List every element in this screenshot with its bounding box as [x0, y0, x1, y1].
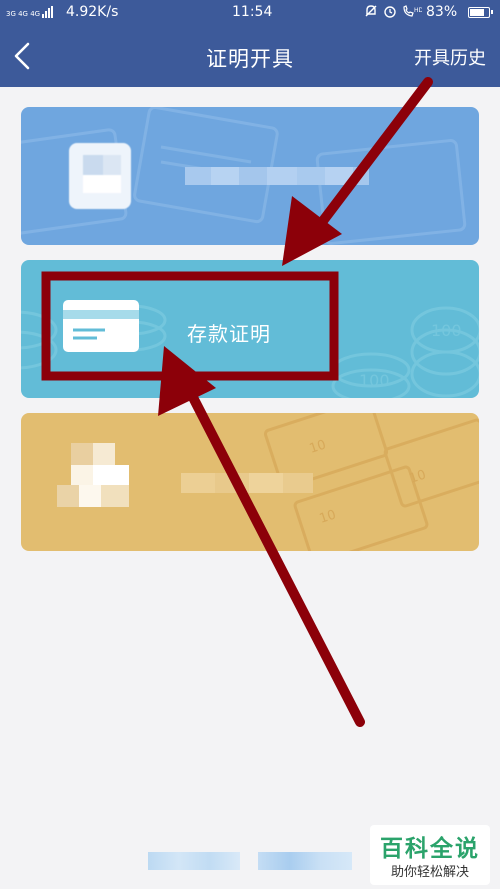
battery-fill: [470, 9, 484, 16]
watermark-subtitle: 助你轻松解决: [390, 865, 469, 880]
certificate-card-1[interactable]: [21, 107, 479, 245]
blurred-footer-link-2[interactable]: [258, 852, 352, 870]
network-speed: 4.92K/s: [66, 4, 119, 20]
network-type-tag: 3G 4G 4G: [6, 10, 41, 18]
status-icons: HD: [364, 4, 422, 18]
status-bar: 3G 4G 4G 4.92K/s 11:54 HD 83%: [0, 0, 500, 27]
app-header: 3G 4G 4G 4.92K/s 11:54 HD 83% 证明开具 开具历史: [0, 0, 500, 87]
signal-group: 3G 4G 4G: [6, 6, 54, 18]
hd-call-icon: HD: [403, 5, 422, 17]
status-time: 11:54: [232, 4, 273, 20]
signal-icon: [42, 6, 54, 18]
battery-percent: 83%: [426, 4, 458, 20]
deposit-certificate-label: 存款证明: [187, 322, 271, 346]
svg-text:10: 10: [308, 437, 328, 456]
svg-text:HD: HD: [414, 7, 422, 14]
watermark-logo: 百科全说 助你轻松解决: [370, 825, 490, 885]
svg-text:10: 10: [318, 507, 338, 526]
history-button[interactable]: 开具历史: [414, 44, 486, 70]
deposit-certificate-card[interactable]: 100 100 存款证明: [21, 260, 479, 398]
svg-text:100: 100: [359, 371, 390, 390]
battery-icon: [468, 7, 493, 18]
blurred-card-icon: [69, 143, 131, 209]
mute-bell-icon: [365, 5, 377, 17]
blurred-footer-link-1[interactable]: [148, 852, 240, 870]
svg-text:100: 100: [431, 321, 462, 340]
bank-card-icon: [63, 300, 139, 352]
certificate-card-3[interactable]: 10 10 10: [21, 413, 479, 551]
alarm-icon: [384, 6, 396, 18]
nav-bar: 证明开具 开具历史: [0, 27, 500, 87]
watermark-title: 百科全说: [380, 836, 480, 862]
